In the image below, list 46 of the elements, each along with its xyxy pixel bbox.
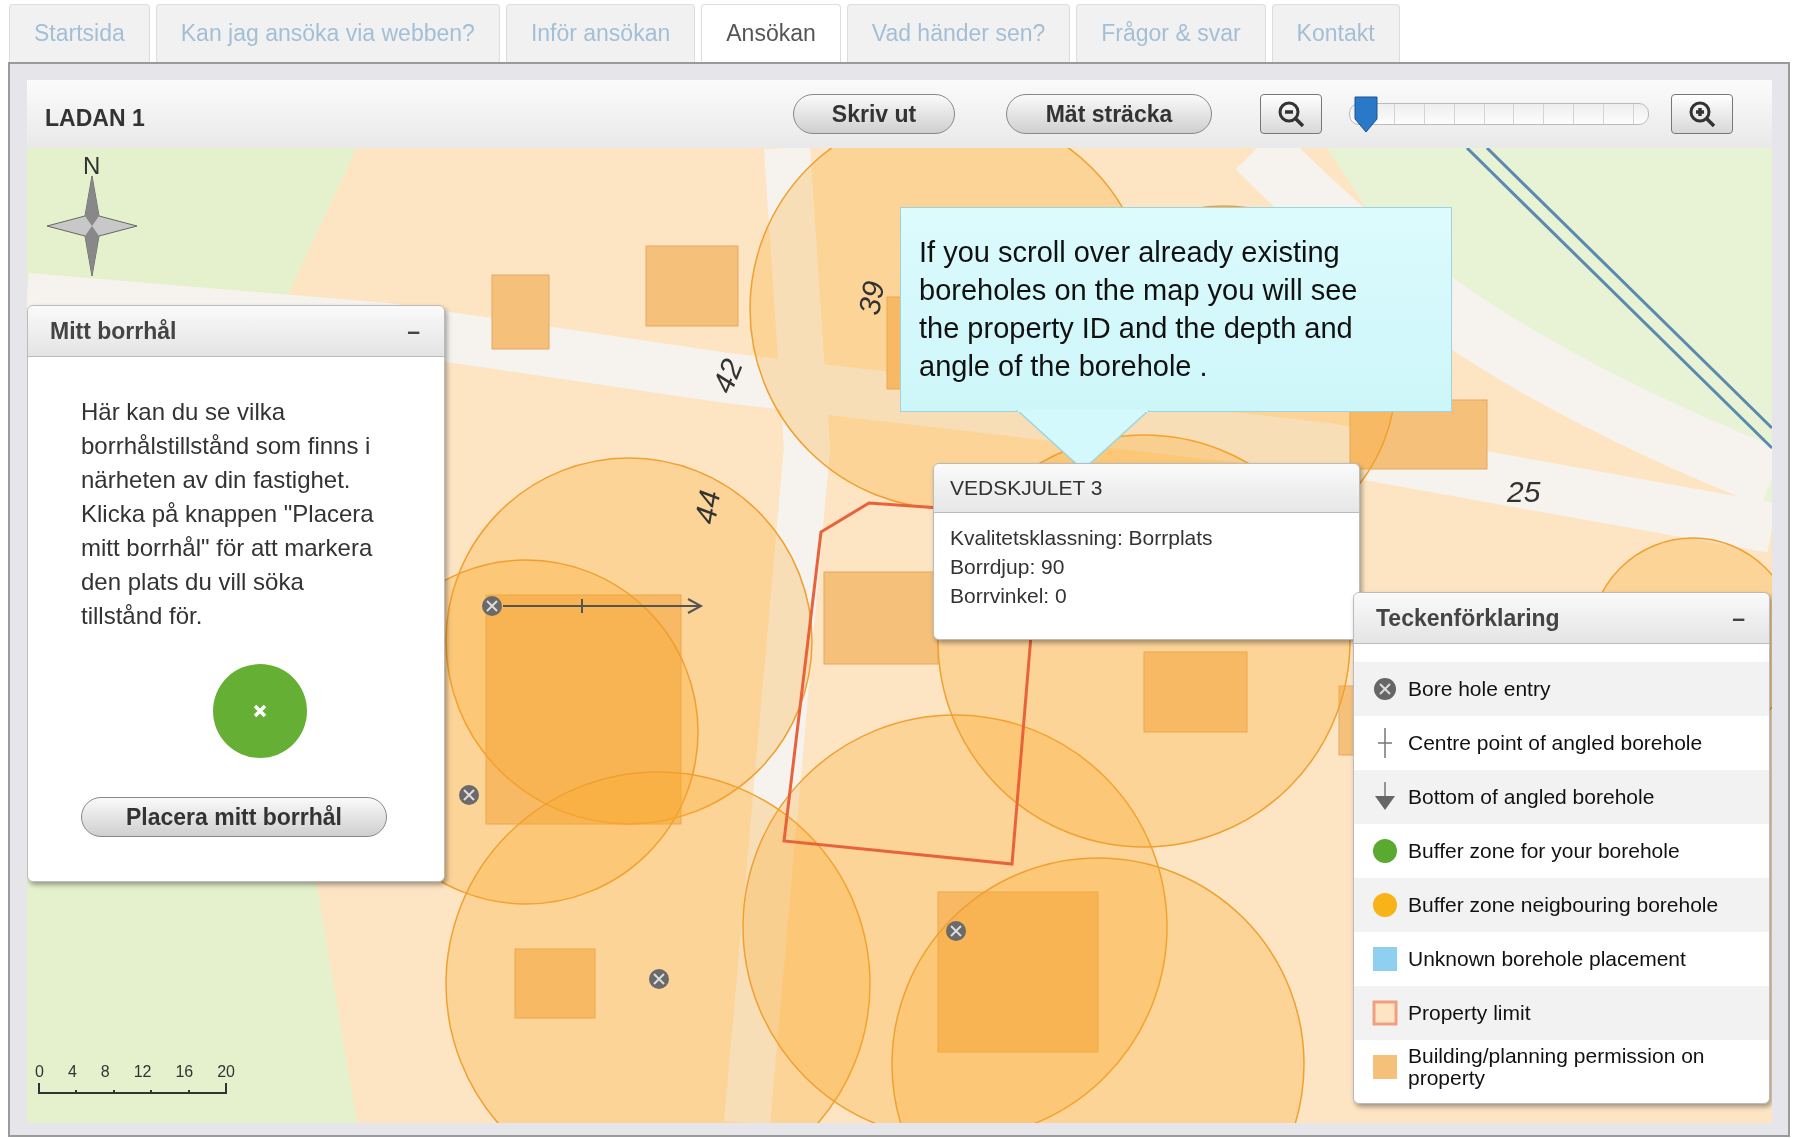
scale-label: 20 — [217, 1063, 235, 1081]
map-title: LADAN 1 — [45, 103, 146, 132]
zoom-in-icon — [1687, 99, 1717, 129]
borehole-marker-icon — [212, 663, 308, 759]
scale-label: 4 — [67, 1063, 77, 1081]
compass-label: N — [83, 152, 101, 180]
place-borehole-button[interactable]: Placera mitt borrhål — [81, 797, 387, 837]
legend-label: Buffer zone for your borehole — [1408, 840, 1681, 862]
slider-thumb[interactable] — [1353, 95, 1379, 133]
street-number: 39 — [852, 278, 892, 318]
zoom-out-icon — [1276, 99, 1306, 129]
legend-label: Building/planning permission on property — [1408, 1045, 1706, 1089]
legend-label: Bottom of angled borehole — [1408, 786, 1656, 808]
popup-title: VEDSKJULET 3 — [950, 476, 1103, 500]
panel-text: Här kan du se vilka borrhålstillstånd som finns i närheten av din fastighet. Klicka på knappen "Placera mitt borrhål" för att markera den plats du vill söka tillstånd för. — [81, 397, 375, 631]
scale-label: 8 — [100, 1063, 110, 1081]
panel-title: Mitt borrhål — [50, 317, 177, 345]
legend-label: Centre point of angled borehole — [1408, 732, 1704, 754]
popup-line: Borrdjup: 90 — [950, 554, 1066, 580]
compass-icon — [47, 176, 137, 276]
collapse-button[interactable]: – — [407, 317, 420, 345]
borehole-entry-icon — [459, 785, 479, 805]
popup-line: Kvalitetsklassning: Borrplats — [950, 525, 1214, 551]
street-number: 42 — [705, 354, 750, 398]
popup-line: Borrvinkel: 0 — [950, 583, 1068, 609]
zoom-in-button[interactable] — [1671, 94, 1733, 134]
borehole-entry-icon — [946, 921, 966, 941]
legend-label: Buffer zone neigbouring borehole — [1408, 894, 1720, 916]
borehole-entry-icon — [649, 969, 669, 989]
zoom-out-button[interactable] — [1260, 94, 1322, 134]
legend-label: Bore hole entry — [1408, 678, 1552, 700]
collapse-button[interactable]: – — [1732, 604, 1745, 632]
street-number: 25 — [1507, 475, 1541, 509]
scale-label: 16 — [175, 1063, 194, 1081]
nav-tab[interactable]: Ansökan — [701, 4, 841, 62]
street-number: 44 — [688, 487, 728, 527]
toolbar-button[interactable]: Skriv ut — [793, 94, 955, 134]
scale-label: 0 — [35, 1063, 44, 1081]
legend-title: Teckenförklaring — [1376, 604, 1560, 632]
borehole-entry-icon — [482, 596, 502, 616]
scale-label: 12 — [133, 1063, 152, 1081]
legend-label: Unknown borehole placement — [1408, 948, 1687, 970]
zoom-slider[interactable] — [1349, 95, 1649, 133]
toolbar-button[interactable]: Mät sträcka — [1006, 94, 1212, 134]
callout-bubble: If you scroll over already existing boreholes on the map you will see the property ID and the depth and angle of the borehole . — [900, 207, 1452, 412]
legend-label: Property limit — [1408, 1002, 1532, 1024]
